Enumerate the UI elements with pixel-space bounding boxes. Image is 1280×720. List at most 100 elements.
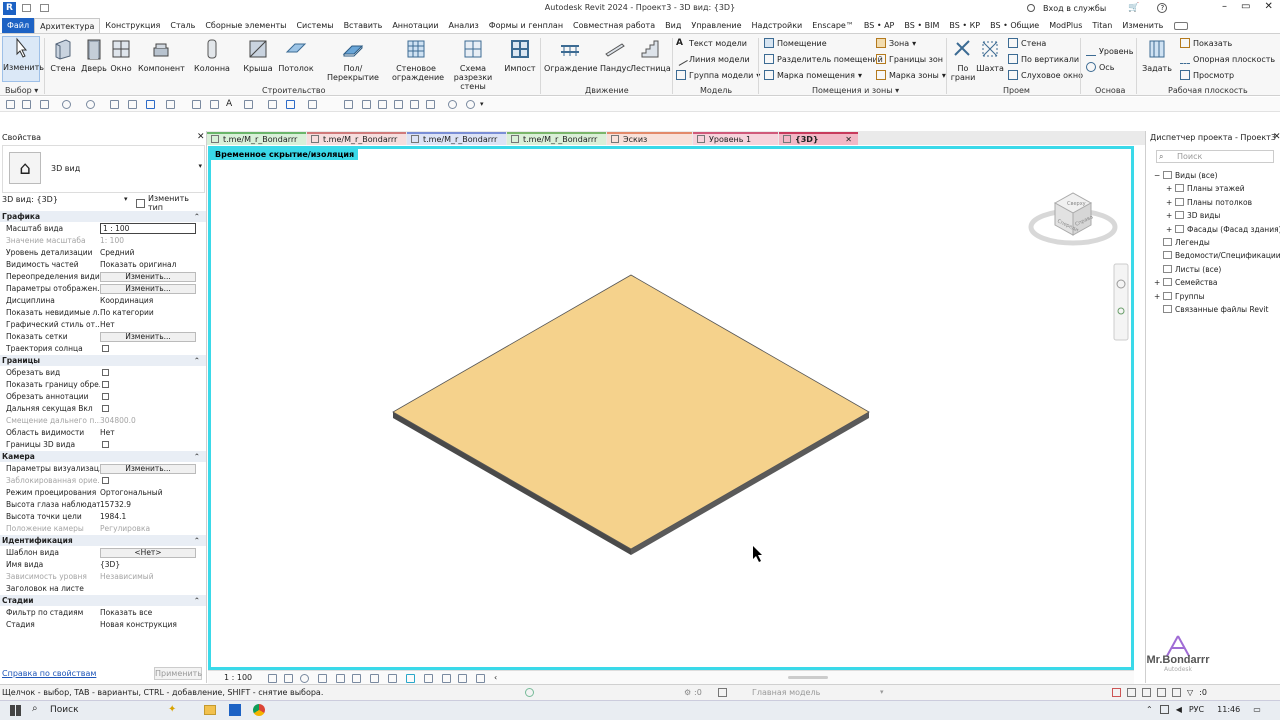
- browser-item[interactable]: + Фасады (Фасад здания): [1166, 224, 1280, 234]
- edit-type-button[interactable]: Изменить тип: [136, 194, 206, 212]
- dormer-button[interactable]: Слуховое окно: [1008, 70, 1083, 80]
- temp-hide-icon[interactable]: [406, 674, 415, 683]
- view-tab[interactable]: t.me/M_r_Bondarrr: [407, 132, 506, 145]
- browser-close-icon[interactable]: ✕: [1273, 132, 1280, 142]
- property-value[interactable]: Показать все: [100, 608, 200, 617]
- maximize-button[interactable]: ▭: [1241, 1, 1250, 12]
- lock-3d-icon[interactable]: [388, 674, 397, 683]
- property-value[interactable]: 1984.1: [100, 512, 200, 521]
- highlight-icon[interactable]: [458, 674, 467, 683]
- language-indicator[interactable]: РУС: [1189, 705, 1204, 714]
- browser-item[interactable]: Листы (все): [1154, 264, 1221, 274]
- property-checkbox[interactable]: [102, 393, 109, 400]
- property-section-header[interactable]: Идентификация ⌃: [0, 535, 206, 546]
- set-workplane-button[interactable]: Задать: [1140, 38, 1174, 73]
- tile-icon[interactable]: [362, 100, 371, 109]
- close-hidden-icon[interactable]: [146, 100, 155, 109]
- select-pinned-icon[interactable]: [1142, 688, 1151, 697]
- property-value[interactable]: 1 : 100: [100, 223, 196, 234]
- curtain-system-button[interactable]: Стеновое ограждение: [392, 38, 444, 82]
- property-value[interactable]: Координация: [100, 296, 200, 305]
- expand-icon[interactable]: +: [1154, 292, 1163, 301]
- search-input[interactable]: Поиск: [1177, 152, 1202, 161]
- viewcube[interactable]: Сверху Спереди Справа: [1028, 192, 1118, 246]
- sync-icon[interactable]: [40, 100, 49, 109]
- view-tab[interactable]: Уровень 1: [693, 132, 778, 145]
- tab-file[interactable]: Файл: [2, 18, 35, 33]
- stair-button[interactable]: Лестница: [630, 38, 671, 73]
- tab-bs-bim[interactable]: BS • BIM: [899, 18, 944, 33]
- settings-icon[interactable]: [448, 100, 457, 109]
- tab-titan[interactable]: Titan: [1087, 18, 1117, 33]
- revit-taskbar-icon[interactable]: [229, 704, 241, 716]
- expand-icon[interactable]: +: [1166, 198, 1175, 207]
- signin-button[interactable]: Вход в службы: [1043, 4, 1106, 13]
- property-value[interactable]: Регулировка: [100, 524, 200, 533]
- vertical-opening-button[interactable]: По вертикали: [1008, 54, 1079, 64]
- browser-item[interactable]: +3D виды: [1166, 211, 1220, 220]
- property-section-header[interactable]: Камера ⌃: [0, 451, 206, 462]
- tab-bs-ar[interactable]: BS • АР: [859, 18, 900, 33]
- room-area-panel-label[interactable]: Помещения и зоны ▾: [812, 86, 899, 95]
- analytical-icon[interactable]: [442, 674, 451, 683]
- model-text-button[interactable]: A Текст модели: [676, 38, 747, 48]
- windows-start-icon[interactable]: [10, 705, 21, 716]
- select-panel-label[interactable]: Выбор ▾: [5, 86, 38, 95]
- sun-path-icon[interactable]: [300, 674, 309, 683]
- ribbon-options-icon[interactable]: [1174, 21, 1189, 30]
- property-edit-button[interactable]: Изменить...: [100, 332, 196, 342]
- roof-button[interactable]: Крыша: [240, 38, 276, 73]
- property-value[interactable]: Показать оригинал: [100, 260, 200, 269]
- tab-architecture[interactable]: Архитектура: [34, 18, 101, 33]
- tab-modify[interactable]: Изменить: [1117, 18, 1168, 33]
- expand-icon[interactable]: +: [1166, 225, 1175, 234]
- door-button[interactable]: Дверь: [80, 38, 108, 73]
- ceiling-button[interactable]: Потолок: [278, 38, 314, 73]
- tab-modplus[interactable]: ModPlus: [1044, 18, 1087, 33]
- tab-enscape[interactable]: Enscape™: [807, 18, 859, 33]
- browser-item[interactable]: + Семейства: [1154, 278, 1218, 287]
- tab-analyze[interactable]: Анализ: [444, 18, 484, 33]
- type-selector[interactable]: ⌂ 3D вид ▾: [2, 145, 205, 193]
- view-tab[interactable]: t.me/M_r_Bondarrr: [307, 132, 406, 145]
- room-tag-button[interactable]: Марка помещения ▾: [764, 70, 862, 80]
- instance-selector[interactable]: 3D вид: {3D}: [2, 195, 132, 204]
- model-group-button[interactable]: Группа модели ▾: [676, 70, 760, 80]
- select-links-icon[interactable]: [1112, 688, 1121, 697]
- expand-icon[interactable]: +: [1154, 278, 1163, 287]
- editing-requests-icon[interactable]: ⚙: [684, 688, 691, 697]
- view-tab[interactable]: t.me/M_r_Bondarrr: [507, 132, 606, 145]
- instance-dropdown-icon[interactable]: ▾: [124, 195, 128, 203]
- view-tab[interactable]: Эскиз: [607, 132, 692, 145]
- property-value[interactable]: 1: 100: [100, 236, 200, 245]
- tab-structure[interactable]: Конструкция: [100, 18, 165, 33]
- floor-slab[interactable]: [392, 274, 870, 555]
- shaft-button[interactable]: Шахта: [976, 38, 1004, 73]
- model-dropdown-icon[interactable]: ▾: [880, 688, 884, 696]
- tab-manage[interactable]: Управление: [686, 18, 746, 33]
- open-file-icon[interactable]: [6, 100, 15, 109]
- main-model-select[interactable]: Главная модель: [752, 688, 820, 697]
- property-checkbox[interactable]: [102, 369, 109, 376]
- expand-icon[interactable]: −: [1154, 171, 1163, 180]
- clock[interactable]: 11:46: [1217, 705, 1240, 714]
- property-section-header[interactable]: Графика ⌃: [0, 211, 206, 222]
- render-dialog-icon[interactable]: [336, 674, 345, 683]
- property-edit-button[interactable]: Изменить...: [100, 464, 196, 474]
- drag-elements-icon[interactable]: [1172, 688, 1181, 697]
- volume-icon[interactable]: ◀: [1176, 705, 1182, 714]
- tab-view[interactable]: Вид: [660, 18, 686, 33]
- type-dropdown-icon[interactable]: ▾: [198, 162, 202, 170]
- tag-icon[interactable]: [192, 100, 201, 109]
- expand-icon[interactable]: +: [1166, 211, 1175, 220]
- ramp-button[interactable]: Пандус: [600, 38, 631, 73]
- property-section-header[interactable]: Стадии ⌃: [0, 595, 206, 606]
- grid-button[interactable]: Ось: [1086, 62, 1114, 72]
- show-workplane-button[interactable]: Показать: [1180, 38, 1232, 48]
- design-options-icon[interactable]: [718, 688, 727, 697]
- view-template-icon[interactable]: [426, 100, 435, 109]
- browser-item[interactable]: Ведомости/Спецификации (все): [1154, 251, 1280, 260]
- model-line-button[interactable]: Линия модели: [674, 52, 750, 66]
- viewer-button[interactable]: Просмотр: [1180, 70, 1234, 80]
- mullion-button[interactable]: Импост: [504, 38, 536, 73]
